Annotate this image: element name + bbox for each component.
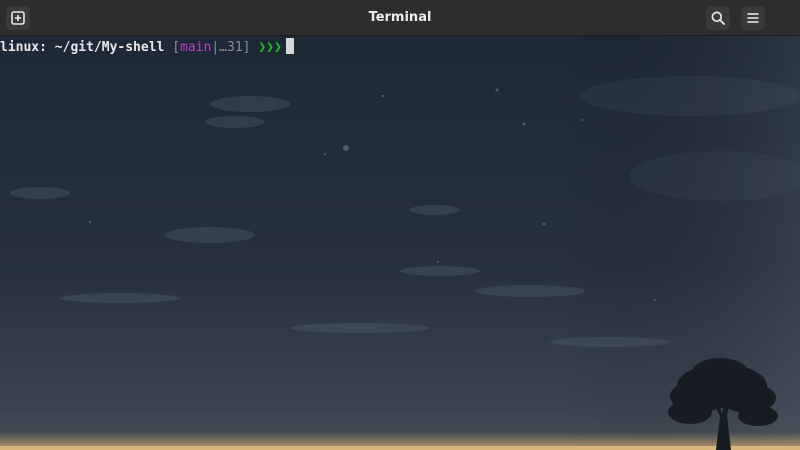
search-icon	[710, 10, 726, 26]
prompt-git-branch: main	[180, 40, 212, 55]
terminal-window: Terminal linux: ~/git/My-shell [main|…31…	[0, 0, 800, 450]
menu-button[interactable]	[741, 6, 765, 30]
prompt-git-status: …31	[219, 40, 243, 55]
new-tab-icon	[10, 10, 26, 26]
header-bar: Terminal	[0, 0, 800, 36]
prompt-bracket-open: [	[172, 40, 181, 55]
search-button[interactable]	[706, 6, 730, 30]
text-cursor	[285, 38, 294, 54]
window-title: Terminal	[368, 10, 432, 25]
prompt-symbol: ❯❯❯	[258, 40, 282, 55]
prompt-divider: |	[211, 40, 220, 55]
hamburger-menu-icon	[745, 10, 761, 26]
new-tab-button[interactable]	[6, 6, 30, 30]
wallpaper-background	[0, 36, 800, 450]
terminal-prompt-line: linux: ~/git/My-shell [main|…31] ❯❯❯	[0, 38, 294, 57]
terminal-area[interactable]: linux: ~/git/My-shell [main|…31] ❯❯❯	[0, 36, 800, 450]
prompt-path: linux: ~/git/My-shell	[0, 40, 165, 55]
